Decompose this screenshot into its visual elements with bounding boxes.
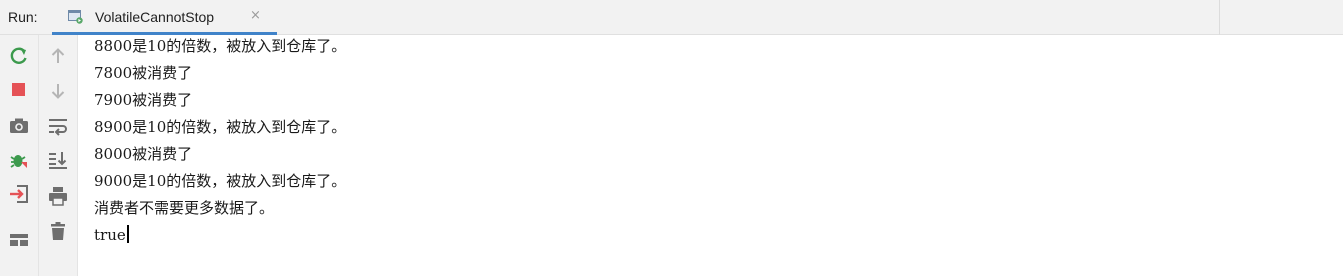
console-line: 8800是10的倍数，被放入到仓库了。 <box>94 37 347 55</box>
debug-bug-icon[interactable] <box>8 149 30 171</box>
console-line: 9000是10的倍数，被放入到仓库了。 <box>94 172 347 190</box>
scroll-to-end-icon[interactable] <box>47 149 69 171</box>
print-icon[interactable] <box>47 185 69 207</box>
trash-icon[interactable] <box>47 220 69 242</box>
console-line: 8900是10的倍数，被放入到仓库了。 <box>94 118 347 136</box>
console-last-line: true <box>94 225 129 245</box>
text-cursor <box>126 225 129 243</box>
console-line-text: true <box>94 226 126 244</box>
console-output[interactable]: 8800是10的倍数，被放入到仓库了。 7800被消费了 7900被消费了 89… <box>78 35 1343 276</box>
console-line: 7800被消费了 <box>94 64 193 82</box>
console-line: 7900被消费了 <box>94 91 193 109</box>
rerun-icon[interactable] <box>8 45 30 67</box>
header-divider <box>1219 0 1220 35</box>
soft-wrap-icon[interactable] <box>47 115 69 137</box>
tab-title: VolatileCannotStop <box>95 9 215 25</box>
tab-volatile-cannot-stop[interactable]: VolatileCannotStop × <box>52 0 277 35</box>
run-toolbar <box>0 35 78 276</box>
arrow-up-icon[interactable] <box>47 45 69 67</box>
stop-icon[interactable] <box>8 79 30 101</box>
run-tool-window-header: Run: VolatileCannotStop × <box>0 0 1343 35</box>
layout-icon[interactable] <box>8 229 30 251</box>
close-icon[interactable]: × <box>250 8 261 24</box>
exit-icon[interactable] <box>8 183 30 205</box>
console-line: 8000被消费了 <box>94 145 193 163</box>
toolbar-separator <box>38 35 39 276</box>
run-label: Run: <box>8 9 38 25</box>
camera-icon[interactable] <box>8 115 30 137</box>
console-line: 消费者不需要更多数据了。 <box>94 199 275 217</box>
run-config-icon <box>67 8 83 24</box>
arrow-down-icon[interactable] <box>47 80 69 102</box>
